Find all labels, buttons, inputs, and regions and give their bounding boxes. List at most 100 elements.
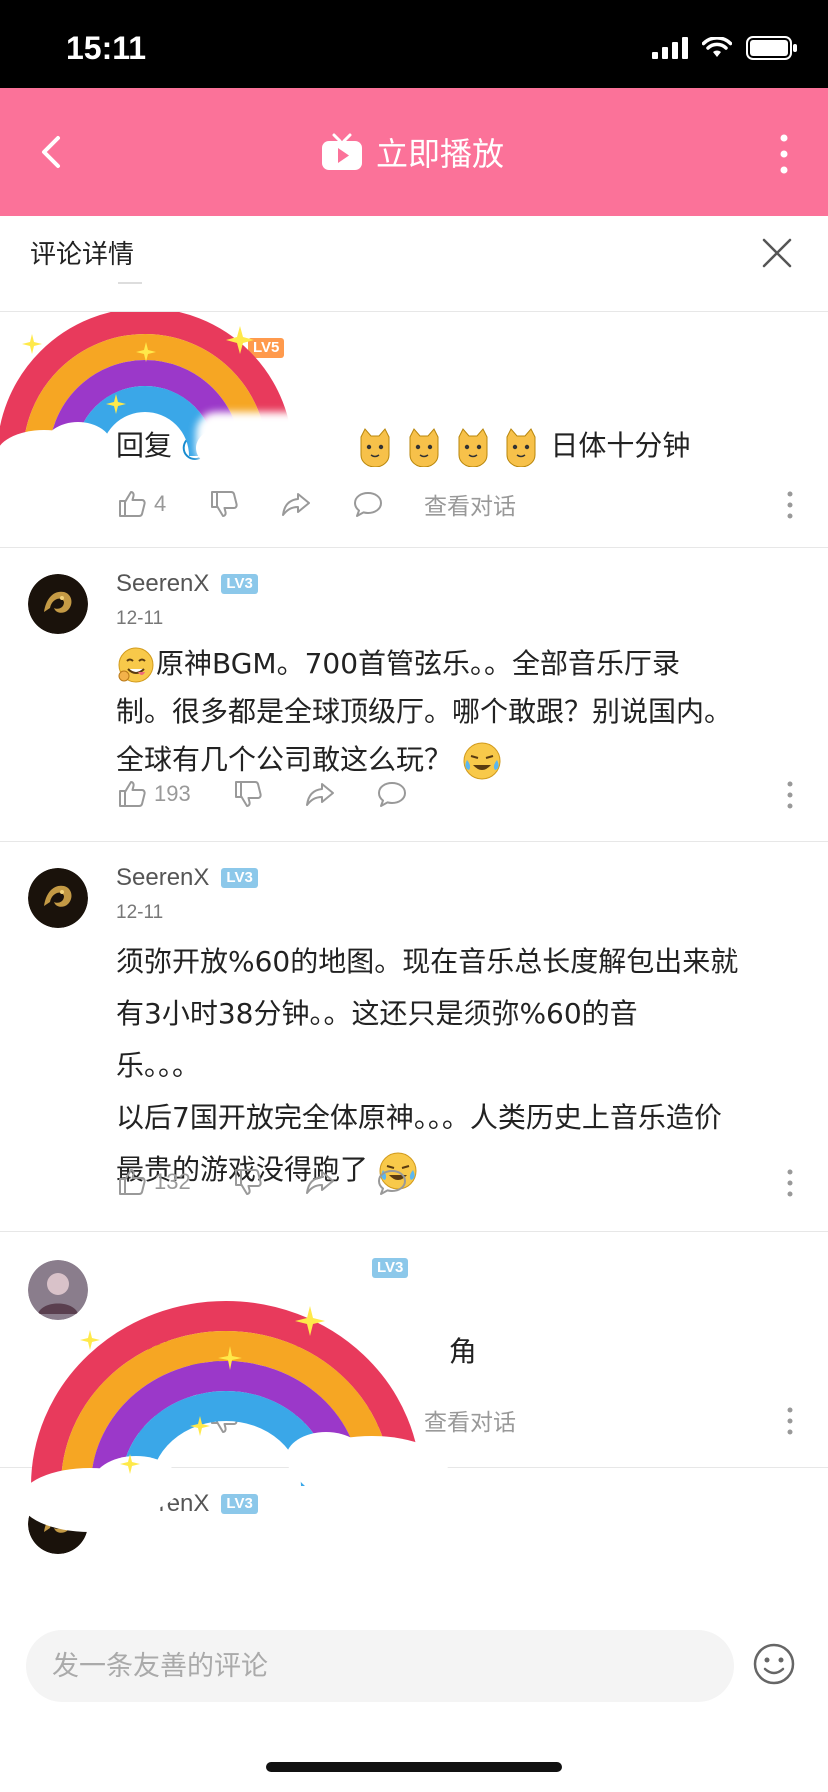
like-button[interactable]: 193 [116, 778, 232, 810]
action-row: 8 查看对话 [116, 1400, 516, 1440]
header-title: 立即播放 [376, 135, 505, 173]
share-icon [282, 1409, 310, 1432]
action-row: 4 查看对话 [116, 484, 516, 524]
cat-emoji-icon [409, 428, 439, 467]
comment-bubble-icon [378, 782, 406, 807]
view-dialog-link[interactable]: 查看对话 [424, 487, 516, 521]
comment-more-icon[interactable] [786, 1406, 794, 1436]
mention-link[interactable]: @Seerer [179, 1335, 299, 1368]
user-avatar-icon [28, 1260, 88, 1320]
share-button[interactable] [280, 488, 352, 520]
comment-text-line: 乐。。。 [116, 1049, 201, 1082]
dislike-button[interactable] [232, 778, 304, 810]
status-icons [652, 36, 798, 60]
cat-emoji-icon [506, 428, 536, 467]
share-button[interactable] [280, 1404, 352, 1436]
cat-emoji-icon [360, 428, 390, 467]
comment-item: LV3 复 @Seerer 角 8 查看对话 [0, 1232, 828, 1468]
share-button[interactable] [304, 778, 376, 810]
username[interactable]: SeerenX [116, 570, 209, 598]
status-time: 15:11 [66, 30, 147, 66]
comment-text-line: 须弥开放%60的地图。现在音乐总长度解包出来就 [116, 945, 739, 978]
avatar[interactable] [28, 868, 88, 928]
share-button[interactable] [304, 1166, 376, 1198]
thumb-down-icon [211, 1407, 238, 1433]
comment-item: SeerenX LV3 [0, 1468, 828, 1610]
share-icon [306, 783, 334, 806]
tv-play-icon [322, 133, 362, 170]
comment-input[interactable] [26, 1630, 734, 1702]
divider [118, 282, 142, 284]
comment-text: 原神BGM。700首管弦乐。。全部音乐厅录 制。很多都是全球顶级厅。哪个敢跟？别… [116, 640, 796, 784]
home-indicator[interactable] [266, 1762, 562, 1772]
cat-emoji-icon [458, 428, 488, 467]
level-badge: LV3 [221, 868, 258, 888]
status-bar: 15:11 [0, 0, 828, 88]
like-button[interactable]: 4 [116, 488, 208, 520]
like-button[interactable]: 8 [116, 1404, 208, 1436]
reply-prefix: 回复 [116, 429, 173, 462]
like-button[interactable]: 132 [116, 1166, 232, 1198]
dragon-avatar-icon [28, 868, 88, 928]
wifi-icon [702, 37, 732, 57]
battery-icon [746, 36, 797, 60]
comment-feed[interactable]: LV5 回复 @ 日体十分钟 4 查看对话 SeerenX LV3 12-11 … [0, 312, 828, 1610]
level-badge: LV3 [221, 574, 258, 594]
username[interactable]: SeerenX [116, 1490, 209, 1518]
comment-bubble-icon [354, 1408, 382, 1433]
comment-more-icon[interactable] [786, 780, 794, 810]
comment-item: SeerenX LV3 12-11 须弥开放%60的地图。现在音乐总长度解包出来… [0, 842, 828, 1232]
dislike-button[interactable] [208, 488, 280, 520]
like-count: 193 [154, 781, 191, 806]
dragon-avatar-icon [28, 1494, 88, 1554]
level-badge: LV5 [248, 338, 285, 358]
comment-text-line: 原神BGM。700首管弦乐。。全部音乐厅录 [156, 647, 681, 680]
reply-button[interactable] [352, 488, 424, 520]
comment-bubble-icon [378, 1170, 406, 1195]
comment-text: 须弥开放%60的地图。现在音乐总长度解包出来就 有3小时38分钟。。这还只是须弥… [116, 936, 796, 1196]
reply-button[interactable] [352, 1404, 424, 1436]
dragon-avatar-icon [28, 574, 88, 634]
comment-detail-bar: 评论详情 [0, 216, 828, 312]
yummy-face-emoji-icon [118, 647, 154, 683]
comment-item: LV5 回复 @ 日体十分钟 4 查看对话 [0, 312, 828, 548]
user-line: SeerenX LV3 [116, 570, 258, 598]
thumb-up-icon [119, 1407, 146, 1433]
user-line: LV5 [116, 338, 285, 358]
user-line: LV3 [116, 1258, 409, 1278]
emoji-picker-icon[interactable] [752, 1642, 796, 1686]
reply-prefix: 复 [142, 1335, 171, 1368]
thumb-down-icon [235, 781, 262, 807]
more-options-icon[interactable] [774, 132, 794, 176]
crying-laughing-emoji-icon [463, 742, 501, 780]
like-count: 132 [154, 1169, 191, 1194]
avatar[interactable] [28, 1494, 88, 1554]
comment-date: 12-11 [116, 608, 164, 629]
comment-text-line: 以后7国开放完全体原神。。。人类历史上音乐造价 [116, 1101, 722, 1134]
thumb-down-icon [235, 1169, 262, 1195]
thumb-up-icon [119, 781, 146, 807]
comment-text-content: 日体十分钟 [550, 429, 691, 462]
share-icon [306, 1171, 334, 1194]
comment-text: 复 @Seerer 角 [116, 1328, 796, 1376]
comment-item: SeerenX LV3 12-11 原神BGM。700首管弦乐。。全部音乐厅录 … [0, 548, 828, 842]
comment-text-content: 角 [448, 1335, 477, 1368]
level-badge: LV3 [372, 1258, 409, 1278]
reply-button[interactable] [376, 778, 448, 810]
back-icon[interactable] [30, 128, 74, 176]
view-dialog-link[interactable]: 查看对话 [424, 1403, 516, 1437]
app-header: 立即播放 [0, 88, 828, 216]
close-icon[interactable] [760, 236, 794, 270]
username[interactable]: SeerenX [116, 864, 209, 892]
comment-more-icon[interactable] [786, 1168, 794, 1198]
comment-bubble-icon [354, 492, 382, 517]
avatar[interactable] [28, 1260, 88, 1320]
reply-button[interactable] [376, 1166, 448, 1198]
dislike-button[interactable] [208, 1404, 280, 1436]
comment-text-line: 全球有几个公司敢这么玩？ [116, 743, 453, 776]
comment-date: 12-11 [116, 902, 164, 923]
play-now-button[interactable]: 立即播放 [320, 124, 504, 180]
comment-more-icon[interactable] [786, 490, 794, 520]
dislike-button[interactable] [232, 1166, 304, 1198]
avatar[interactable] [28, 574, 88, 634]
